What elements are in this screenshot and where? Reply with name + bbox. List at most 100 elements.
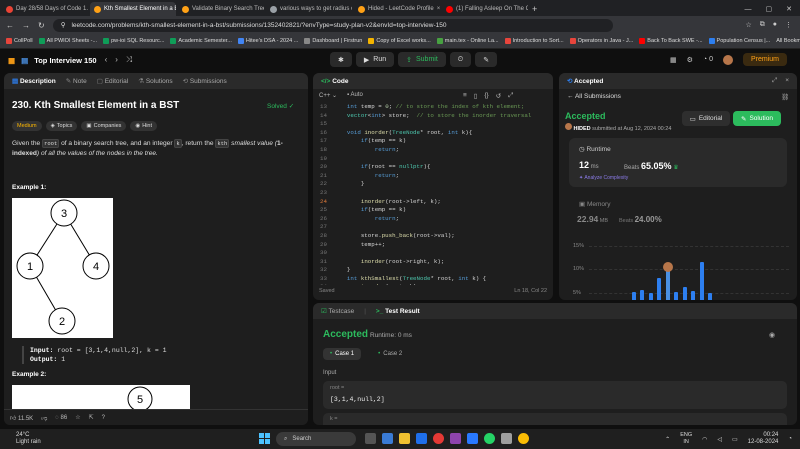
minimize-icon[interactable]: — <box>745 6 752 13</box>
site-info-icon[interactable]: ⚲ <box>61 21 66 29</box>
weather-widget[interactable]: 24°C Light rain <box>0 432 41 446</box>
debug-button[interactable]: ✱ <box>330 52 352 67</box>
browser-tab[interactable]: Hided - LeetCode Profile × <box>354 2 440 16</box>
all-bookmarks[interactable]: All Bookmarks <box>776 38 800 44</box>
tab-editorial[interactable]: ▢ Editorial <box>97 77 128 85</box>
close-icon[interactable]: ✕ <box>786 5 792 13</box>
bookmark-item[interactable]: Dashboard | Firstrun <box>304 38 362 44</box>
dislike-icon[interactable]: 👎︎ <box>41 414 47 422</box>
task-view-icon[interactable] <box>365 433 376 444</box>
layout-icon[interactable]: ▦ <box>670 56 677 64</box>
eye-icon[interactable]: ◉ <box>769 331 775 339</box>
bookmark-item[interactable]: All PWIOI Sheets -... <box>38 38 97 44</box>
bookmark-item[interactable]: Copy of Excel works... <box>368 38 431 44</box>
line-number[interactable]: 29 <box>313 241 333 250</box>
timer-button[interactable]: ⏲ <box>449 52 472 67</box>
username[interactable]: HIDED <box>574 126 591 132</box>
braces-icon[interactable]: {} <box>484 92 488 100</box>
store-icon[interactable] <box>450 433 461 444</box>
histogram-bar[interactable] <box>708 293 712 300</box>
histogram-bar[interactable] <box>648 293 653 300</box>
language-select[interactable]: C++ ⌄ <box>319 92 337 99</box>
analyze-complexity-link[interactable]: ✦ Analyze Complexity <box>579 175 628 181</box>
star-icon[interactable]: ☆ <box>745 21 751 29</box>
histogram-bar[interactable] <box>699 262 704 300</box>
bookmark-icon[interactable]: ☆ <box>75 414 80 421</box>
url-bar[interactable]: ⚲ leetcode.com/problems/kth-smallest-ele… <box>52 18 613 32</box>
submit-button[interactable]: ⇪ Submit <box>398 52 446 67</box>
bookmark-icon[interactable]: ▯ <box>474 92 478 100</box>
tab-submissions[interactable]: ⟲ Submissions <box>183 77 227 85</box>
test-result-tab[interactable]: >_ Test Result <box>376 308 420 315</box>
clock[interactable]: 00:24 12-08-2024 <box>748 432 779 446</box>
code-editor[interactable]: 13 int temp = 0; // to store the index o… <box>313 103 553 285</box>
code-line[interactable]: 24 inorder(root->left, k); <box>313 198 553 207</box>
histogram-bar[interactable] <box>631 292 636 300</box>
code-line[interactable]: 29 temp++; <box>313 241 553 250</box>
browser-tab[interactable]: Day 28/58 Days of Code 1...× <box>2 2 88 16</box>
vscode-icon[interactable] <box>467 433 478 444</box>
streak-counter[interactable]: ◔ 0 <box>703 56 713 63</box>
histogram-bar[interactable] <box>674 292 678 300</box>
browser-tab[interactable]: (1) Falling Asleep On The Couc...× <box>442 2 528 16</box>
extension-icon[interactable]: ⧉ <box>760 21 765 29</box>
comments-button[interactable]: ◌ 86 <box>55 415 67 421</box>
code-line[interactable]: 34 inorder(root, k); <box>313 283 553 285</box>
prev-problem-icon[interactable]: ‹ <box>105 55 108 65</box>
chevron-up-icon[interactable]: ⌃ <box>665 436 670 443</box>
line-number[interactable]: 32 <box>313 266 333 275</box>
bookmark-item[interactable]: Population Census |... <box>708 38 770 44</box>
line-number[interactable]: 23 <box>313 189 333 198</box>
line-number[interactable]: 33 <box>313 275 333 284</box>
autocomplete-toggle[interactable]: ▪ Auto <box>347 92 363 99</box>
line-number[interactable]: 31 <box>313 258 333 267</box>
line-number[interactable]: 16 <box>313 129 333 138</box>
code-line[interactable]: 14 vector<int> store; // to store the in… <box>313 112 553 121</box>
tab-note[interactable]: ✎ Note <box>66 77 87 85</box>
run-button[interactable]: ▶ Run <box>355 52 395 67</box>
histogram-bar[interactable] <box>640 290 644 300</box>
tab-description[interactable]: ▤ Description <box>12 77 56 85</box>
editorial-button[interactable]: ▭ Editorial <box>682 111 730 126</box>
case-2-tab[interactable]: • Case 2 <box>371 348 409 360</box>
line-number[interactable]: 25 <box>313 206 333 215</box>
help-icon[interactable]: ? <box>102 415 105 421</box>
accepted-tab[interactable]: ⟲ Accepted <box>567 77 603 85</box>
code-line[interactable]: 13 int temp = 0; // to store the index o… <box>313 103 553 112</box>
line-number[interactable]: 20 <box>313 163 333 172</box>
bookmark-item[interactable]: CollPoll <box>6 38 33 44</box>
file-explorer-icon[interactable] <box>399 433 410 444</box>
bookmark-item[interactable]: Introduction to Sort... <box>504 38 564 44</box>
line-number[interactable]: 22 <box>313 180 333 189</box>
code-line[interactable]: 31 inorder(root->right, k); <box>313 258 553 267</box>
bookmark-item[interactable]: pw-ioi SQL Resourc... <box>103 38 164 44</box>
code-line[interactable]: 26 return; <box>313 215 553 224</box>
like-button[interactable]: 👍︎ 11.5K <box>10 414 33 422</box>
tab-solutions[interactable]: ⚗ Solutions <box>138 77 172 85</box>
menu-icon[interactable]: ⋮ <box>785 21 792 29</box>
topics-tag[interactable]: ◈ Topics <box>45 121 78 131</box>
shuffle-icon[interactable]: ⤨ <box>126 55 132 65</box>
runtime-card[interactable]: ◷ Runtime 12 ms Beats 65.05% ♛ ✦ Analyze… <box>569 138 787 187</box>
next-problem-icon[interactable]: › <box>115 55 118 65</box>
avatar[interactable] <box>565 123 572 130</box>
bookmark-item[interactable]: Academic Semester... <box>170 38 232 44</box>
fullscreen-icon[interactable]: ⤢ <box>508 92 513 100</box>
link-icon[interactable]: ⛓ <box>781 93 789 101</box>
code-line[interactable]: 28 store.push_back(root->val); <box>313 232 553 241</box>
bookmark-item[interactable]: Hitee's DSA - 2024 ... <box>237 38 298 44</box>
difficulty-tag[interactable]: Medium <box>12 121 42 131</box>
browser-tab[interactable]: various ways to get radius of ...× <box>266 2 352 16</box>
notes-button[interactable]: ✎ <box>475 52 498 67</box>
code-line[interactable]: 20 if(root == nullptr){ <box>313 163 553 172</box>
line-number[interactable]: 26 <box>313 215 333 224</box>
close-icon[interactable]: × <box>785 77 789 85</box>
chrome-icon[interactable] <box>518 433 529 444</box>
line-number[interactable]: 24 <box>313 198 333 207</box>
histogram-bar[interactable] <box>691 291 695 300</box>
maximize-icon[interactable]: ⤢ <box>772 77 777 85</box>
code-line[interactable]: 23 <box>313 189 553 198</box>
code-line[interactable]: 32 } <box>313 266 553 275</box>
line-number[interactable]: 30 <box>313 249 333 258</box>
share-icon[interactable]: ⇱ <box>89 414 94 421</box>
